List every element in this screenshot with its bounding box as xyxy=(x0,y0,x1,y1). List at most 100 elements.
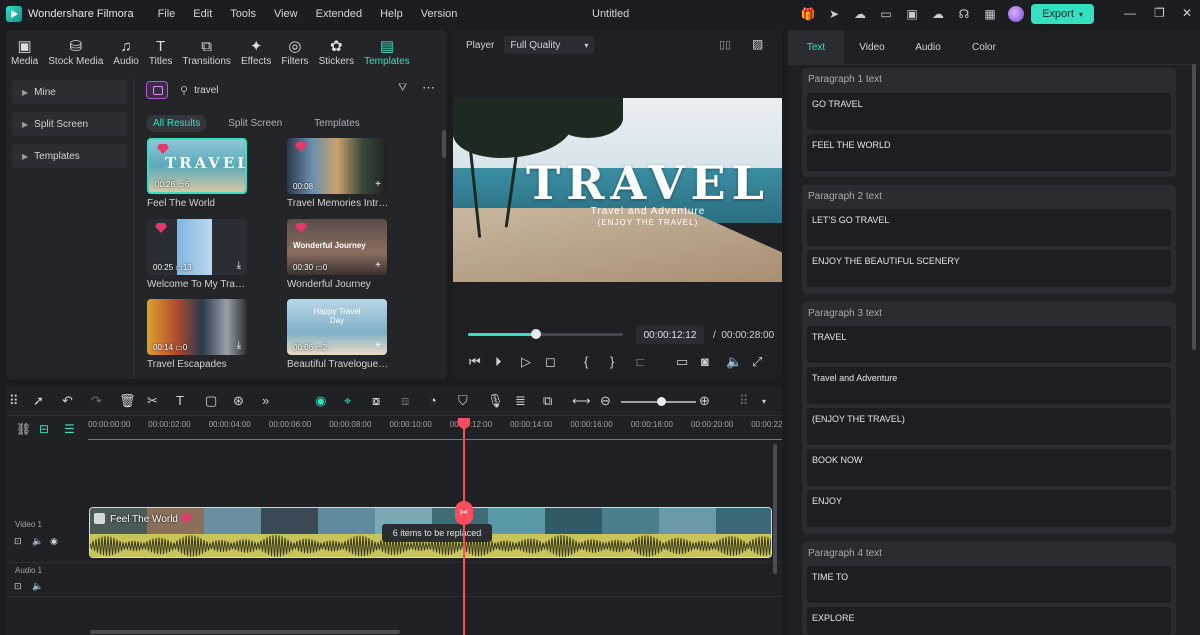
filter-icon[interactable]: ⛛ xyxy=(398,82,407,95)
stop-icon[interactable]: ◻ xyxy=(545,354,556,370)
video-preview[interactable]: TRAVEL Travel and Adventure (ENJOY THE T… xyxy=(453,98,782,282)
lock-icon[interactable]: ⊡ xyxy=(14,581,22,592)
send-icon[interactable]: ➤ xyxy=(826,6,842,22)
menu-version[interactable]: Version xyxy=(421,8,458,20)
mute-icon[interactable]: 🔈 xyxy=(32,581,43,592)
template-thumb-1[interactable]: TRAVEL 00:28 ▭6 xyxy=(147,138,247,194)
avatar[interactable] xyxy=(1008,6,1024,22)
tab-video[interactable]: Video xyxy=(844,30,900,64)
menu-extended[interactable]: Extended xyxy=(316,8,362,20)
auto-highlight-icon[interactable]: ⧇ xyxy=(372,393,380,409)
template-thumb-3[interactable]: 00:25 ▭13 ⤓ xyxy=(147,219,247,275)
grid-icon[interactable]: ▦ xyxy=(982,6,998,22)
zoom-out-icon[interactable]: ⊖ xyxy=(600,393,611,409)
gift-icon[interactable]: 🎁 xyxy=(800,6,816,22)
more-options-icon[interactable]: ⋯ xyxy=(422,80,435,96)
link-icon[interactable]: ⛓ xyxy=(16,422,31,436)
more-tools-icon[interactable]: » xyxy=(262,393,269,408)
menu-help[interactable]: Help xyxy=(380,8,403,20)
mark-out-icon[interactable]: } xyxy=(610,354,614,369)
zoom-slider-knob[interactable] xyxy=(657,397,666,406)
tool-effects[interactable]: ✦ Effects xyxy=(236,30,276,74)
text-field[interactable]: ENJOY THE BEAUTIFUL SCENERY xyxy=(807,250,1171,287)
tool-titles[interactable]: T Titles xyxy=(144,30,178,74)
playhead[interactable] xyxy=(463,418,465,635)
select-arrow-icon[interactable]: ➚ xyxy=(33,393,44,409)
chevron-down-icon[interactable]: ▾ xyxy=(762,397,766,406)
tool-templates[interactable]: ▤ Templates xyxy=(359,30,415,74)
tool-stickers[interactable]: ✿ Stickers xyxy=(314,30,360,74)
text-tool-icon[interactable]: T xyxy=(176,393,184,408)
close-icon[interactable]: ✕ xyxy=(1182,6,1192,20)
tool-filters[interactable]: ◎ Filters xyxy=(276,30,313,74)
menu-file[interactable]: File xyxy=(158,8,176,20)
search-input[interactable]: travel xyxy=(194,85,218,96)
download-icon[interactable]: ⤓ xyxy=(237,260,241,271)
text-field[interactable]: TIME TO xyxy=(807,566,1171,603)
eye-icon[interactable]: ◉ xyxy=(50,536,58,547)
scissors-icon[interactable]: ✂ xyxy=(455,501,473,525)
headset-icon[interactable]: ☊ xyxy=(956,6,972,22)
display-icon[interactable]: ▭ xyxy=(676,354,688,370)
filter-all-results[interactable]: All Results xyxy=(146,115,208,132)
library-scrollbar[interactable] xyxy=(442,130,446,158)
split-scissors-icon[interactable]: ✂ xyxy=(147,393,158,409)
filter-templates[interactable]: Templates xyxy=(307,115,367,132)
timeline-horizontal-scrollbar[interactable] xyxy=(90,630,400,634)
add-icon[interactable]: + xyxy=(375,340,381,351)
progress-knob[interactable] xyxy=(531,329,542,339)
play-icon[interactable]: ▷ xyxy=(521,354,531,370)
add-icon[interactable]: + xyxy=(375,260,381,271)
tool-stock-media[interactable]: ⛁ Stock Media xyxy=(43,30,108,74)
speed-icon[interactable]: ◔ xyxy=(429,393,437,408)
tool-transitions[interactable]: ⧉ Transitions xyxy=(177,30,236,74)
add-track-icon[interactable]: ⊟ xyxy=(39,422,49,436)
save-icon[interactable]: ▣ xyxy=(904,6,920,22)
marker-icon[interactable]: ⊏ xyxy=(635,354,646,370)
quality-select[interactable]: Full Quality ▾ xyxy=(504,36,595,54)
text-field[interactable]: TRAVEL xyxy=(807,326,1171,363)
text-field[interactable]: Travel and Adventure xyxy=(807,367,1171,404)
record-screen-icon[interactable]: ⧈ xyxy=(401,393,409,409)
sidebar-item-mine[interactable]: ▶ Mine xyxy=(12,80,127,104)
ai-assistant-icon[interactable]: ◉ xyxy=(315,393,326,409)
text-field[interactable]: (ENJOY THE TRAVEL) xyxy=(807,408,1171,445)
play-slow-icon[interactable]: ⏵ xyxy=(495,354,502,370)
timeline-ruler[interactable]: 00:00:00:00 00:00:02:00 00:00:04:00 00:00:0… xyxy=(88,418,782,440)
screen-icon[interactable]: ▭ xyxy=(878,6,894,22)
tab-text[interactable]: Text xyxy=(788,30,844,64)
track-layout-icon[interactable]: ⠿ xyxy=(739,393,749,409)
text-field[interactable]: FEEL THE WORLD xyxy=(807,134,1171,171)
redo-icon[interactable]: ↷ xyxy=(91,393,102,409)
text-field[interactable]: LET'S GO TRAVEL xyxy=(807,209,1171,246)
undo-icon[interactable]: ↶ xyxy=(62,393,73,409)
tool-audio[interactable]: ♫ Audio xyxy=(108,30,144,74)
tab-audio[interactable]: Audio xyxy=(900,30,956,64)
properties-scrollbar[interactable] xyxy=(1192,64,1196,350)
microphone-icon[interactable]: 🎙 xyxy=(487,393,504,409)
snap-icon[interactable]: ⌖ xyxy=(344,393,351,409)
filter-split-screen[interactable]: Split Screen xyxy=(221,115,289,132)
previous-frame-icon[interactable]: ⏮ xyxy=(469,354,481,370)
tool-media[interactable]: ▣ Media xyxy=(6,30,43,74)
volume-icon[interactable]: 🔈 xyxy=(726,354,742,370)
fit-timeline-icon[interactable]: ⟷ xyxy=(572,393,591,409)
cloud-upload-icon[interactable]: ☁ xyxy=(930,6,946,22)
shield-icon[interactable]: ⛉ xyxy=(458,393,468,409)
audio-mix-icon[interactable]: ≣ xyxy=(515,393,526,409)
maximize-icon[interactable]: ❐ xyxy=(1154,6,1165,20)
export-button[interactable]: Export ▾ xyxy=(1031,4,1094,24)
zoom-in-icon[interactable]: ⊕ xyxy=(699,393,710,409)
ai-search-button[interactable] xyxy=(146,81,168,99)
sidebar-item-templates[interactable]: ▶ Templates xyxy=(12,144,127,168)
lock-icon[interactable]: ⊡ xyxy=(14,536,22,547)
mute-icon[interactable]: 🔈 xyxy=(32,536,43,547)
crop-icon[interactable]: ▢ xyxy=(205,393,217,409)
text-field[interactable]: ENJOY xyxy=(807,490,1171,527)
cloud-save-icon[interactable]: ☁ xyxy=(852,6,868,22)
text-field[interactable]: BOOK NOW xyxy=(807,449,1171,486)
sidebar-item-split-screen[interactable]: ▶ Split Screen xyxy=(12,112,127,136)
color-icon[interactable]: ⊛ xyxy=(233,393,244,409)
menu-tools[interactable]: Tools xyxy=(230,8,256,20)
add-icon[interactable]: + xyxy=(375,179,381,190)
